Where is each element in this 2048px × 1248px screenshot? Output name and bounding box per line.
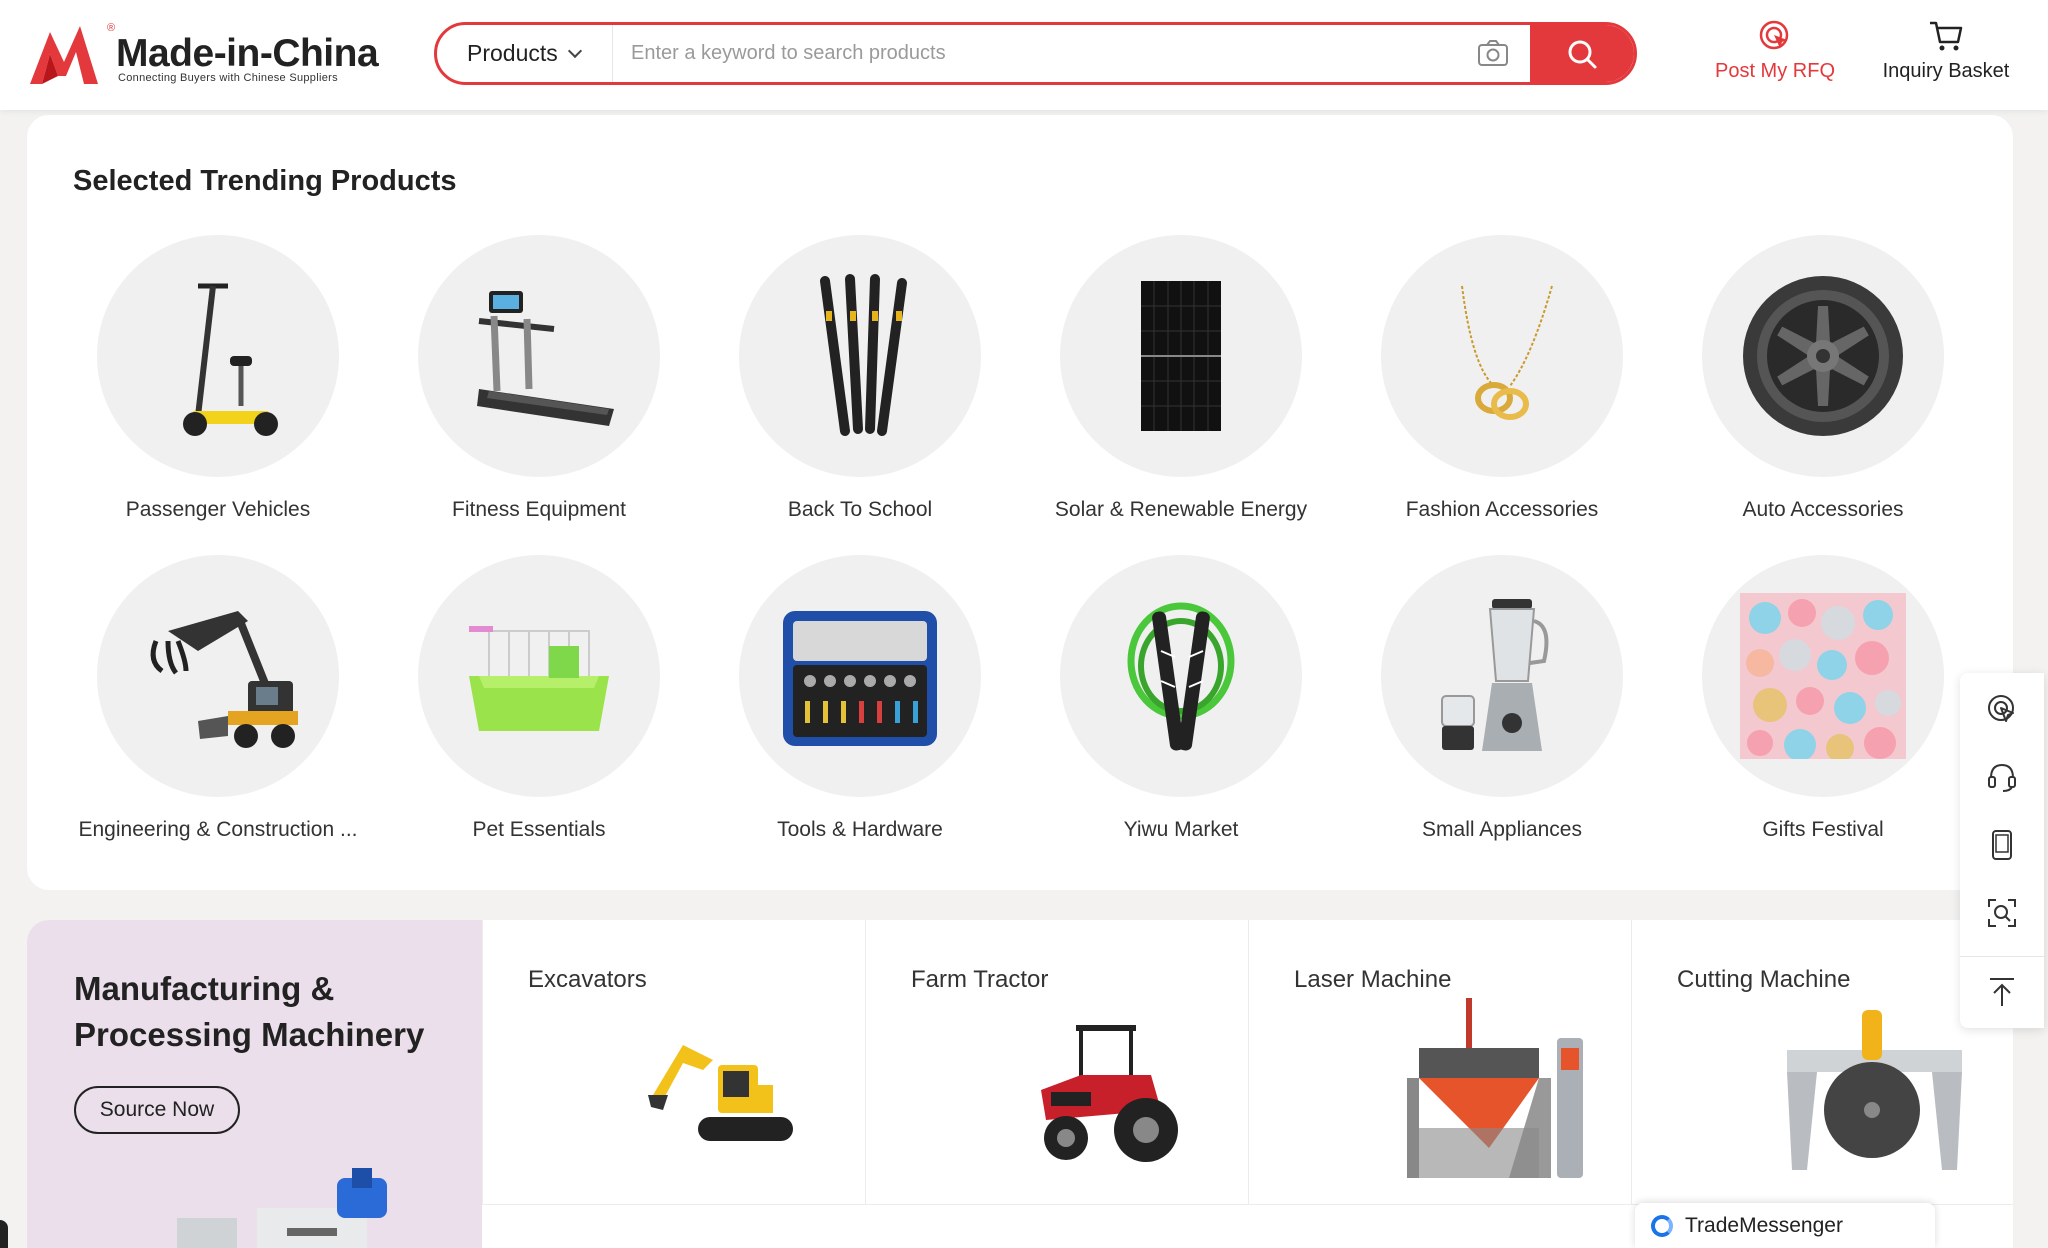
pens-icon <box>820 274 907 436</box>
machinery-section: Manufacturing & Processing Machinery Sou… <box>27 920 2013 1248</box>
toolbar-support-button[interactable] <box>1960 743 2044 811</box>
stone-saw-icon <box>1787 1010 1962 1170</box>
pet-cage-icon <box>469 626 609 731</box>
category-tools-hardware[interactable]: Tools & Hardware <box>715 555 1005 842</box>
treadmill-icon <box>477 291 614 426</box>
toolbar-mobile-button[interactable] <box>1960 811 2044 879</box>
search-icon <box>1568 40 1597 68</box>
toolbar-rfq-button[interactable] <box>1960 675 2044 743</box>
search-category-dropdown[interactable]: Products <box>437 25 613 82</box>
cart-icon <box>1930 21 1963 51</box>
category-pet-essentials[interactable]: Pet Essentials <box>394 555 684 842</box>
category-engineering-construction[interactable]: Engineering & Construction ... <box>73 555 363 842</box>
machinery-title: Manufacturing & Processing Machinery <box>74 970 425 1053</box>
search-button[interactable] <box>1530 25 1634 82</box>
search-bar: Products <box>434 22 1637 85</box>
machinery-hero: Manufacturing & Processing Machinery Sou… <box>27 920 482 1248</box>
category-small-appliances[interactable]: Small Appliances <box>1357 555 1647 842</box>
inquiry-basket-link[interactable]: Inquiry Basket <box>1870 18 2022 83</box>
solar-panel-icon <box>1141 281 1221 431</box>
tool-kit-icon <box>783 611 937 746</box>
rfq-target-icon <box>1988 695 2014 722</box>
scan-icon <box>1988 899 2016 927</box>
laser-cutter-icon <box>1407 998 1583 1178</box>
post-rfq-link[interactable]: Post My RFQ <box>1700 18 1850 83</box>
trending-products-panel: Selected Trending Products Passenger Veh… <box>27 115 2013 890</box>
search-input[interactable] <box>615 25 1535 82</box>
machinery-item-farm-tractor[interactable]: Farm Tractor <box>865 920 1248 1205</box>
machinery-item-laser-machine[interactable]: Laser Machine <box>1248 920 1631 1205</box>
section-title: Selected Trending Products <box>73 165 457 197</box>
machinery-item-cutting-machine[interactable]: Cutting Machine <box>1631 920 2013 1205</box>
material-handler-icon <box>150 611 298 748</box>
christmas-balls-icon <box>1740 593 1906 759</box>
machinery-item-excavators[interactable]: Excavators <box>482 920 865 1205</box>
mobile-phone-icon <box>1992 830 2012 860</box>
source-now-button[interactable]: Source Now <box>74 1086 240 1134</box>
category-yiwu-market[interactable]: Yiwu Market <box>1036 555 1326 842</box>
category-passenger-vehicles[interactable]: Passenger Vehicles <box>73 235 363 522</box>
category-back-to-school[interactable]: Back To School <box>715 235 1005 522</box>
tractor-icon <box>1041 1025 1178 1162</box>
logo-m-icon <box>30 26 98 84</box>
floating-toolbar <box>1960 673 2044 1028</box>
chevron-down-icon <box>567 43 582 58</box>
category-fashion-accessories[interactable]: Fashion Accessories <box>1357 235 1647 522</box>
jump-rope-icon <box>1127 602 1235 751</box>
toolbar-scan-button[interactable] <box>1960 879 2044 947</box>
arrow-up-icon <box>1990 978 2014 1006</box>
top-header: ® Made-in-China Connecting Buyers with C… <box>0 0 2048 110</box>
rfq-target-icon <box>1759 20 1789 50</box>
toolbar-divider <box>1960 956 2044 957</box>
logo-text: Made-in-China <box>116 32 379 75</box>
camera-icon[interactable] <box>1477 39 1509 67</box>
machine-illustration-icon <box>177 1168 387 1248</box>
necklace-icon <box>1461 285 1553 420</box>
site-logo[interactable]: ® Made-in-China Connecting Buyers with C… <box>28 22 379 90</box>
category-fitness-equipment[interactable]: Fitness Equipment <box>394 235 684 522</box>
messenger-status-icon <box>1651 1214 1673 1237</box>
logo-tagline: Connecting Buyers with Chinese Suppliers <box>118 72 338 84</box>
window-edge <box>0 1220 8 1248</box>
category-solar-renewable-energy[interactable]: Solar & Renewable Energy <box>1036 235 1326 522</box>
headset-icon <box>1988 763 2016 792</box>
category-auto-accessories[interactable]: Auto Accessories <box>1678 235 1968 522</box>
category-gifts-festival[interactable]: Gifts Festival <box>1678 555 1968 842</box>
electric-scooter-icon <box>183 283 278 436</box>
excavator-icon <box>648 1045 793 1141</box>
back-to-top-button[interactable] <box>1960 958 2044 1026</box>
alloy-wheel-icon <box>1743 276 1903 436</box>
trade-messenger-widget[interactable]: TradeMessenger <box>1635 1203 1935 1248</box>
blender-icon <box>1441 599 1549 751</box>
